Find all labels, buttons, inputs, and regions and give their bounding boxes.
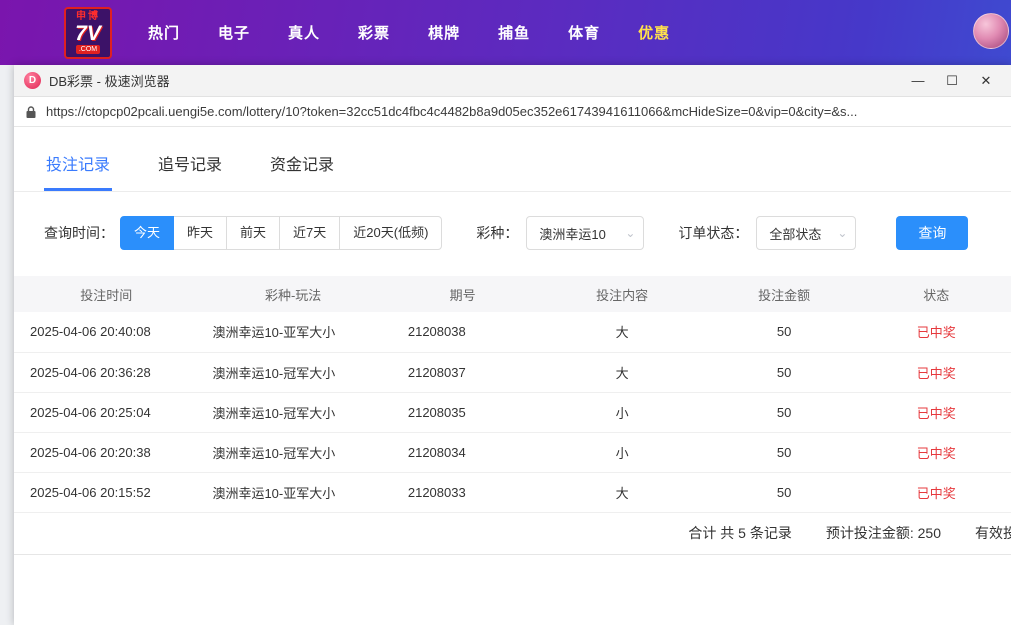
- cell-bet-time: 2025-04-06 20:40:08: [14, 312, 198, 352]
- close-button[interactable]: ✕: [971, 68, 1001, 94]
- summary-bar: 合计 共 5 条记录 预计投注金额: 250 有效投注金额: [14, 513, 1011, 555]
- time-option-daybefore[interactable]: 前天: [226, 216, 280, 250]
- time-option-20days[interactable]: 近20天(低频): [339, 216, 442, 250]
- cell-lottery-play: 澳洲幸运10-冠军大小: [198, 432, 387, 472]
- nav-item-sports[interactable]: 体育: [568, 22, 600, 43]
- logo-brand-bottom: .COM: [76, 45, 100, 54]
- maximize-button[interactable]: ☐: [937, 68, 967, 94]
- table-row: 2025-04-06 20:20:38 澳洲幸运10-冠军大小 21208034…: [14, 432, 1011, 472]
- cell-bet-amount: 50: [707, 312, 862, 352]
- chevron-down-icon: ⌄: [625, 226, 635, 240]
- minimize-button[interactable]: —: [903, 68, 933, 94]
- cell-lottery-play: 澳洲幸运10-亚军大小: [198, 312, 387, 352]
- tab-fund-records[interactable]: 资金记录: [268, 135, 336, 191]
- cell-bet-content: 小: [537, 392, 706, 432]
- table-row: 2025-04-06 20:15:52 澳洲幸运10-亚军大小 21208033…: [14, 472, 1011, 512]
- status-badge: 已中奖: [861, 392, 1011, 432]
- summary-expected-amount: 预计投注金额: 250: [826, 523, 941, 543]
- logo-brand-top: 申博: [76, 12, 100, 22]
- filter-bar: 查询时间： 今天 昨天 前天 近7天 近20天(低频) 彩种： 澳洲幸运10 ⌄…: [14, 192, 1011, 270]
- cell-issue: 21208038: [388, 312, 538, 352]
- url-text[interactable]: https://ctopcp02pcali.uengi5e.com/lotter…: [46, 104, 857, 119]
- summary-total-records: 合计 共 5 条记录: [688, 523, 791, 543]
- time-filter-label: 查询时间：: [44, 223, 114, 243]
- cell-bet-amount: 50: [707, 352, 862, 392]
- cell-bet-content: 大: [537, 472, 706, 512]
- table-row: 2025-04-06 20:36:28 澳洲幸运10-冠军大小 21208037…: [14, 352, 1011, 392]
- table-header-row: 投注时间 彩种-玩法 期号 投注内容 投注金额 状态: [14, 276, 1011, 312]
- cell-bet-time: 2025-04-06 20:15:52: [14, 472, 198, 512]
- status-filter: 订单状态： 全部状态 ⌄: [678, 216, 856, 250]
- window-title: DB彩票 - 极速浏览器: [49, 71, 903, 90]
- bet-records-table: 投注时间 彩种-玩法 期号 投注内容 投注金额 状态 2025-04-06 20…: [14, 276, 1011, 513]
- header-bet-content: 投注内容: [537, 276, 706, 312]
- logo-brand-main: 7V: [75, 23, 101, 44]
- time-range-group: 今天 昨天 前天 近7天 近20天(低频): [120, 216, 442, 250]
- nav-item-hot[interactable]: 热门: [148, 22, 180, 43]
- time-option-today[interactable]: 今天: [120, 216, 174, 250]
- summary-valid-amount: 有效投注金额: [975, 523, 1011, 543]
- header-issue: 期号: [388, 276, 538, 312]
- time-option-7days[interactable]: 近7天: [279, 216, 340, 250]
- cell-bet-amount: 50: [707, 472, 862, 512]
- lock-icon: [24, 105, 38, 119]
- lottery-select-value: 澳洲幸运10: [539, 224, 605, 243]
- cell-lottery-play: 澳洲幸运10-冠军大小: [198, 352, 387, 392]
- cell-bet-time: 2025-04-06 20:36:28: [14, 352, 198, 392]
- nav-item-promo[interactable]: 优惠: [638, 22, 670, 43]
- status-badge: 已中奖: [861, 472, 1011, 512]
- cell-bet-amount: 50: [707, 432, 862, 472]
- site-logo[interactable]: 申博 7V .COM: [64, 7, 112, 59]
- table-row: 2025-04-06 20:25:04 澳洲幸运10-冠军大小 21208035…: [14, 392, 1011, 432]
- cell-bet-amount: 50: [707, 392, 862, 432]
- window-controls: — ☐ ✕: [903, 68, 1001, 94]
- cell-lottery-play: 澳洲幸运10-冠军大小: [198, 392, 387, 432]
- browser-window: D DB彩票 - 极速浏览器 — ☐ ✕ https://ctopcp02pca…: [14, 65, 1011, 625]
- browser-tab-icon: D: [24, 72, 41, 89]
- cell-bet-time: 2025-04-06 20:25:04: [14, 392, 198, 432]
- cell-issue: 21208033: [388, 472, 538, 512]
- record-tabs: 投注记录 追号记录 资金记录: [14, 135, 1011, 192]
- user-avatar[interactable]: [973, 13, 1009, 49]
- status-badge: 已中奖: [861, 352, 1011, 392]
- nav-item-electronic[interactable]: 电子: [218, 22, 250, 43]
- tab-bet-records[interactable]: 投注记录: [44, 135, 112, 191]
- header-bet-time: 投注时间: [14, 276, 198, 312]
- time-option-yesterday[interactable]: 昨天: [173, 216, 227, 250]
- lottery-filter-label: 彩种：: [476, 223, 518, 243]
- site-nav: 申博 7V .COM 热门 电子 真人 彩票 棋牌 捕鱼 体育 优惠: [0, 0, 1011, 65]
- cell-bet-content: 大: [537, 352, 706, 392]
- table-row: 2025-04-06 20:40:08 澳洲幸运10-亚军大小 21208038…: [14, 312, 1011, 352]
- status-badge: 已中奖: [861, 432, 1011, 472]
- status-filter-label: 订单状态：: [678, 223, 748, 243]
- url-bar[interactable]: https://ctopcp02pcali.uengi5e.com/lotter…: [14, 97, 1011, 127]
- header-lottery-play: 彩种-玩法: [198, 276, 387, 312]
- cell-issue: 21208037: [388, 352, 538, 392]
- query-button[interactable]: 查询: [896, 216, 968, 250]
- order-status-value: 全部状态: [769, 224, 821, 243]
- chevron-down-icon: ⌄: [837, 226, 847, 240]
- header-status: 状态: [861, 276, 1011, 312]
- browser-titlebar: D DB彩票 - 极速浏览器 — ☐ ✕: [14, 65, 1011, 97]
- tab-chase-records[interactable]: 追号记录: [156, 135, 224, 191]
- cell-bet-time: 2025-04-06 20:20:38: [14, 432, 198, 472]
- lottery-filter: 彩种： 澳洲幸运10 ⌄: [476, 216, 644, 250]
- cell-bet-content: 大: [537, 312, 706, 352]
- site-nav-items: 热门 电子 真人 彩票 棋牌 捕鱼 体育 优惠: [148, 22, 670, 43]
- lottery-select[interactable]: 澳洲幸运10 ⌄: [526, 216, 644, 250]
- cell-issue: 21208034: [388, 432, 538, 472]
- header-bet-amount: 投注金额: [707, 276, 862, 312]
- order-status-select[interactable]: 全部状态 ⌄: [756, 216, 856, 250]
- cell-lottery-play: 澳洲幸运10-亚军大小: [198, 472, 387, 512]
- status-badge: 已中奖: [861, 312, 1011, 352]
- cell-bet-content: 小: [537, 432, 706, 472]
- nav-item-board[interactable]: 棋牌: [428, 22, 460, 43]
- nav-item-live[interactable]: 真人: [288, 22, 320, 43]
- nav-item-lottery[interactable]: 彩票: [358, 22, 390, 43]
- nav-item-fishing[interactable]: 捕鱼: [498, 22, 530, 43]
- cell-issue: 21208035: [388, 392, 538, 432]
